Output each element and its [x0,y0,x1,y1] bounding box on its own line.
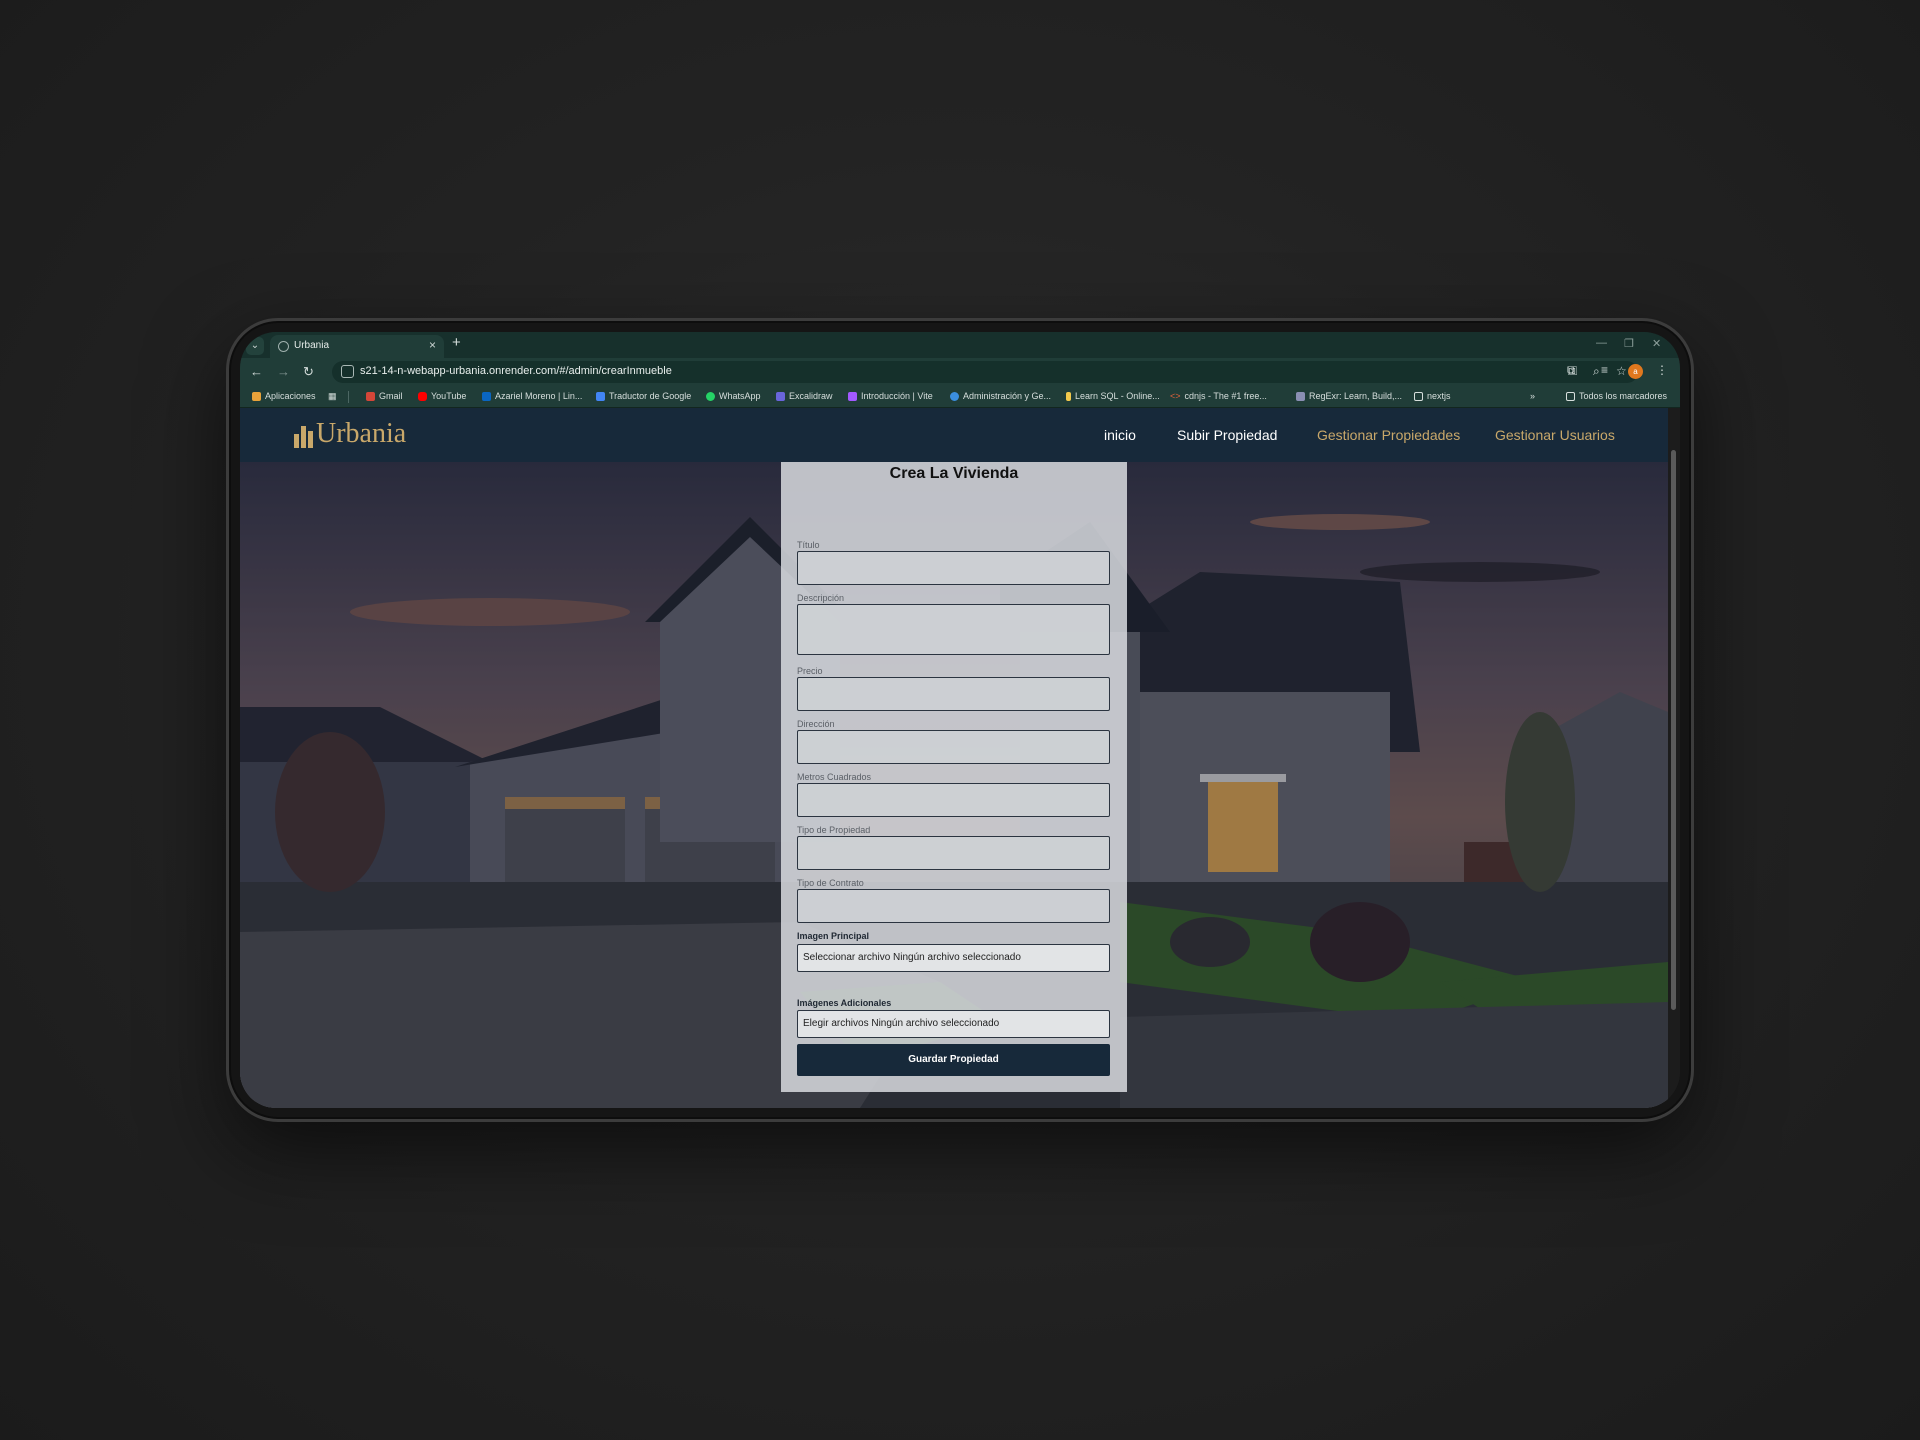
hero-house-image: Crea La Vivienda Título Descripción Prec… [240,462,1668,1108]
page-scrollbar[interactable] [1668,408,1680,1108]
logo-text: Urbania [316,418,407,449]
folder-icon [1566,391,1575,401]
label-titulo: Título [797,540,820,550]
restore-icon[interactable]: ❐ [1624,337,1634,350]
back-icon[interactable]: ← [250,364,263,379]
label-tipo-propiedad: Tipo de Propiedad [797,825,871,835]
label-descripcion: Descripción [797,593,845,603]
bookmark-nextjs[interactable]: nextjs [1414,391,1451,401]
media-control-icon[interactable]: ≡ [1601,363,1608,377]
scrollbar-thumb[interactable] [1671,450,1676,1010]
bookmarks-bar: Aplicaciones ▦ Gmail YouTube Azariel Mor… [240,386,1680,408]
bookmark-separator [348,391,349,403]
tab-strip: ⌄ Urbania × + — ❐ ✕ [240,332,1680,358]
profile-avatar[interactable]: a [1628,364,1643,379]
nav-inicio[interactable]: inicio [1104,427,1136,443]
vite-icon [848,391,857,401]
bookmark-translate[interactable]: Traductor de Google [596,391,691,401]
form-title: Crea La Vivienda [889,465,1019,482]
textarea-descripcion[interactable] [797,604,1110,655]
bookmark-star-icon[interactable]: ☆ [1616,364,1627,378]
bookmark-vite[interactable]: Introducción | Vite [848,391,933,401]
save-property-button[interactable]: Guardar Propiedad [797,1044,1110,1076]
label-tipo-contrato: Tipo de Contrato [797,878,864,888]
whatsapp-icon [706,391,715,401]
browser-toolbar: ← → ↻ s21-14-n-webapp-urbania.onrender.c… [240,358,1680,386]
bulb-icon [1066,391,1071,401]
input-direccion[interactable] [797,730,1110,764]
close-icon[interactable]: × [429,338,436,352]
youtube-icon [418,391,427,401]
input-tipo-propiedad[interactable] [797,836,1110,870]
input-metros-cuadrados[interactable] [797,783,1110,817]
tab-urbania[interactable]: Urbania × [270,335,444,358]
label-imagenes-adicionales: Imágenes Adicionales [797,998,892,1008]
extensions-icon[interactable]: ⧉ [1567,363,1576,378]
translate-icon [596,391,605,401]
gmail-icon [366,391,375,401]
urbania-logo[interactable]: Urbania [294,420,406,448]
bookmark-gmail[interactable]: Gmail [366,391,403,401]
regexr-icon [1296,391,1305,401]
reload-icon[interactable]: ↻ [303,364,314,380]
bookmark-apps[interactable]: Aplicaciones [252,391,316,401]
bookmark-linkedin[interactable]: Azariel Moreno | Lin... [482,391,582,401]
create-property-form: Crea La Vivienda Título Descripción Prec… [781,462,1127,1092]
bookmark-cdnjs[interactable]: <> cdnjs - The #1 free... [1170,391,1267,401]
minimize-icon[interactable]: — [1596,337,1607,349]
input-precio[interactable] [797,677,1110,711]
input-tipo-contrato[interactable] [797,889,1110,923]
label-metros-cuadrados: Metros Cuadrados [797,772,872,782]
window-close-icon[interactable]: ✕ [1652,337,1661,350]
folder-icon [1414,391,1423,401]
grid-icon[interactable]: ▦ [328,391,337,402]
zoom-icon[interactable]: ⌕ [1593,364,1600,379]
globe-icon [278,341,289,352]
site-navbar: Urbania inicio Subir Propiedad Gestionar… [240,408,1668,462]
file-input-imagen-principal[interactable]: Seleccionar archivo Ningún archivo selec… [797,944,1110,972]
file-input-imagenes-adicionales[interactable]: Elegir archivos Ningún archivo seleccion… [797,1010,1110,1038]
browser-window: ⌄ Urbania × + — ❐ ✕ ← → ↻ s21-14-n-webap… [240,332,1680,1108]
forward-icon[interactable]: → [277,364,290,379]
bookmark-excalidraw[interactable]: Excalidraw [776,391,833,401]
label-imagen-principal: Imagen Principal [797,931,870,941]
nav-gestionar-propiedades[interactable]: Gestionar Propiedades [1317,427,1460,443]
bookmark-whatsapp[interactable]: WhatsApp [706,391,761,401]
apps-grid-icon [252,391,261,401]
tab-title: Urbania [294,340,330,351]
all-bookmarks[interactable]: Todos los marcadores [1566,391,1667,401]
edge-icon [950,391,959,401]
address-bar[interactable]: s21-14-n-webapp-urbania.onrender.com/#/a… [332,361,1638,383]
label-direccion: Dirección [797,719,835,729]
site-info-icon[interactable] [341,365,354,378]
bookmark-sql[interactable]: Learn SQL - Online... [1066,391,1160,401]
input-titulo[interactable] [797,551,1110,585]
new-tab-icon[interactable]: + [452,334,461,351]
linkedin-icon [482,391,491,401]
menu-kebab-icon[interactable]: ⋮ [1656,363,1668,377]
building-bars-icon [294,424,313,448]
nav-subir-propiedad[interactable]: Subir Propiedad [1177,427,1277,443]
code-icon: <> [1170,391,1181,401]
label-precio: Precio [797,666,823,676]
excalidraw-icon [776,391,785,401]
bookmark-regexr[interactable]: RegExr: Learn, Build,... [1296,391,1402,401]
tab-search-icon[interactable]: ⌄ [246,337,264,355]
bookmark-admin[interactable]: Administración y Ge... [950,391,1051,401]
url-text[interactable]: s21-14-n-webapp-urbania.onrender.com/#/a… [360,365,672,377]
bookmark-youtube[interactable]: YouTube [418,391,466,401]
bookmarks-overflow-icon[interactable]: » [1530,391,1535,401]
web-page: Urbania inicio Subir Propiedad Gestionar… [240,408,1668,1108]
nav-gestionar-usuarios[interactable]: Gestionar Usuarios [1495,427,1615,443]
